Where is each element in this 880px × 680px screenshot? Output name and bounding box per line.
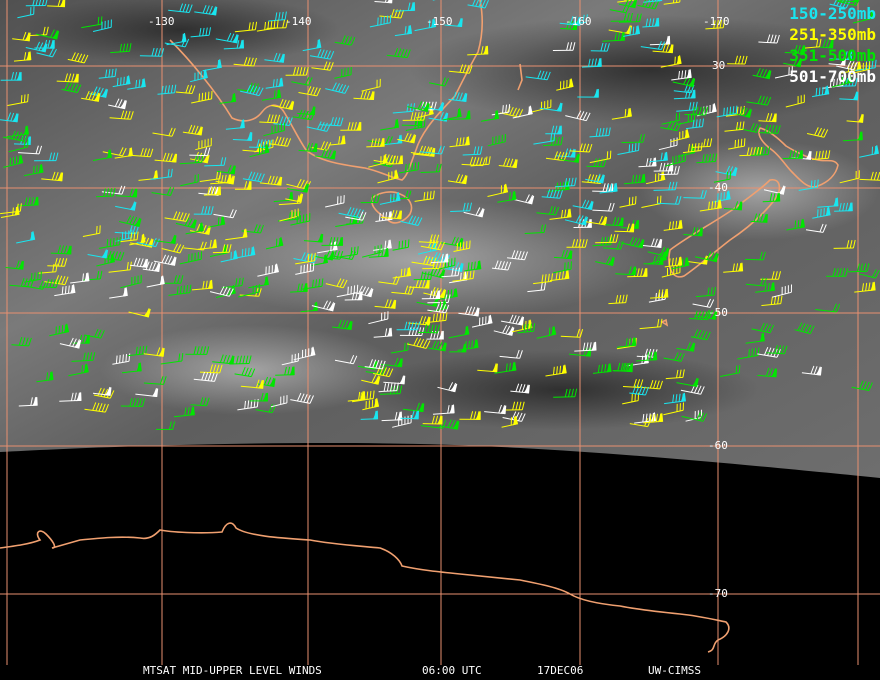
longitude-label: -140 <box>285 15 312 28</box>
legend-251-350mb: 251-350mb <box>789 25 876 44</box>
latitude-label: 30 <box>712 59 726 72</box>
legend-351-500mb: 351-500mb <box>789 46 876 65</box>
map-canvas <box>0 0 880 665</box>
latitude-label: -60 <box>708 439 728 452</box>
latitude-label: -50 <box>708 306 728 319</box>
longitude-label: -160 <box>565 15 592 28</box>
data-source: UW-CIMSS <box>648 664 701 677</box>
observation-time: 06:00 UTC <box>422 664 482 677</box>
legend-150-250mb: 150-250mb <box>789 4 876 23</box>
coastline-antarctica <box>0 522 730 653</box>
longitude-label: -170 <box>703 15 730 28</box>
light-cloud-band <box>190 200 650 320</box>
longitude-label: -130 <box>148 15 175 28</box>
legend-501-700mb: 501-700mb <box>789 67 876 86</box>
longitude-label: -150 <box>426 15 453 28</box>
latitude-label: -40 <box>708 181 728 194</box>
footer-caption: MTSAT MID-UPPER LEVEL WINDS 06:00 UTC 17… <box>0 664 880 678</box>
satellite-wind-map: 150-250mb 251-350mb 351-500mb 501-700mb … <box>0 0 880 680</box>
product-name: MTSAT MID-UPPER LEVEL WINDS <box>143 664 322 677</box>
observation-date: 17DEC06 <box>537 664 584 677</box>
latitude-label: -70 <box>708 587 728 600</box>
